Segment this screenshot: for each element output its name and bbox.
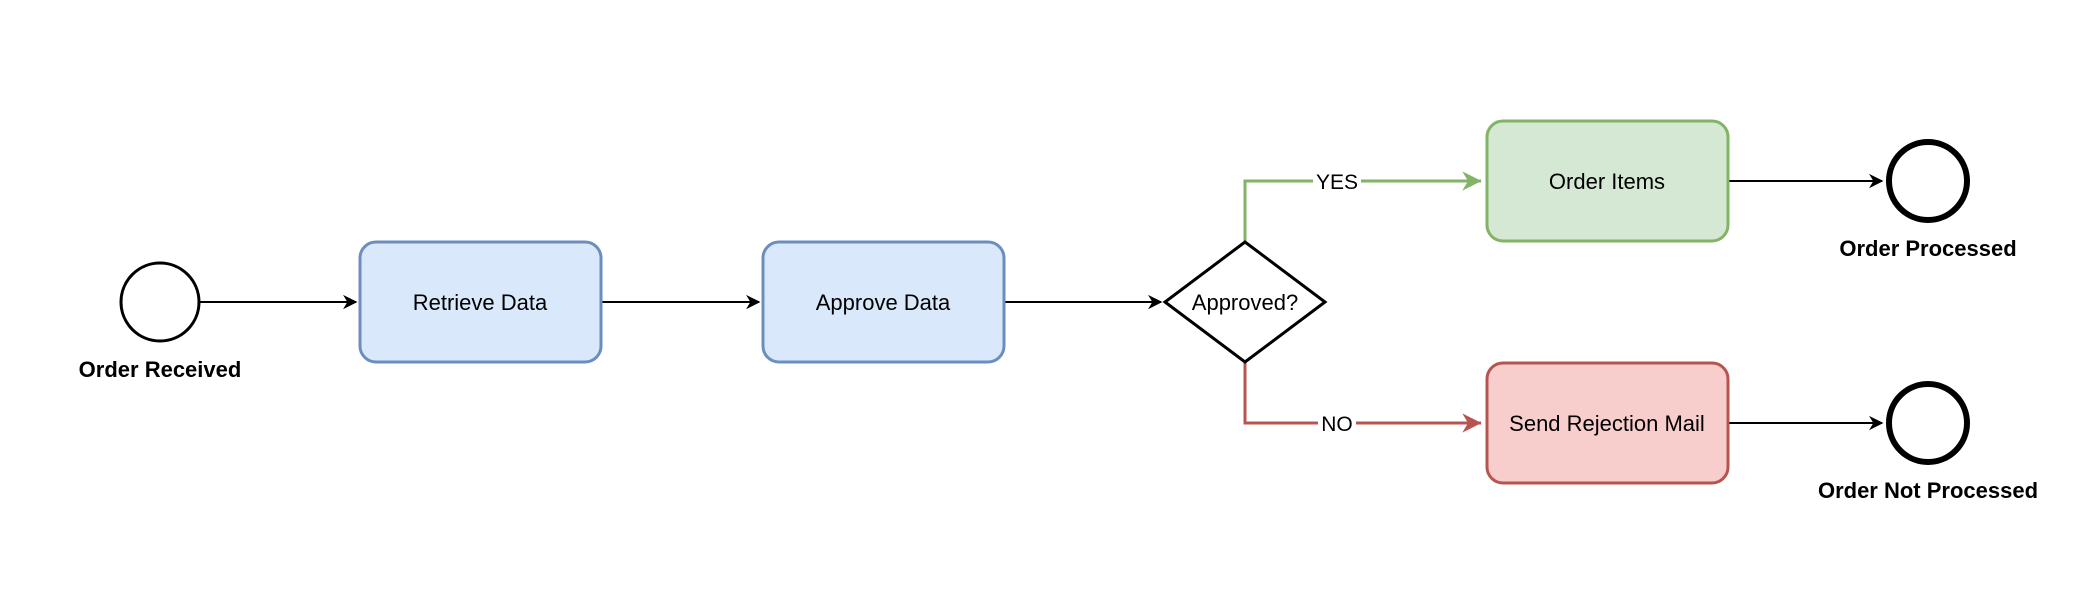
task-order-items[interactable]: Order Items [1485,119,1730,243]
task-retrieve-data-label: Retrieve Data [413,290,548,315]
task-approve-data[interactable]: Approve Data [761,240,1006,364]
task-retrieve-data[interactable]: Retrieve Data [358,240,603,364]
edge-no-to-rejection[interactable] [1243,362,1482,433]
end-event-processed[interactable]: Order Processed [1839,139,2017,261]
task-send-rejection-mail[interactable]: Send Rejection Mail [1485,361,1730,485]
task-send-rejection-mail-label: Send Rejection Mail [1509,411,1705,436]
edge-yes-to-order-items[interactable] [1243,171,1482,242]
start-event-label: Order Received [79,357,242,382]
task-order-items-label: Order Items [1549,169,1665,194]
yes-label: YES [1316,171,1358,194]
no-label: NO [1321,413,1353,436]
end-event-processed-label: Order Processed [1839,236,2016,261]
end-event-processed-circle[interactable] [1886,139,1970,223]
end-event-not-processed-circle[interactable] [1886,381,1970,465]
gateway-label: Approved? [1192,290,1298,315]
task-approve-data-label: Approve Data [816,290,951,315]
start-event-circle[interactable] [119,261,201,343]
gateway-approved[interactable]: Approved? [1162,240,1328,364]
process-diagram: YES NO Order Received Retrieve Data Appr… [79,119,2038,503]
end-event-not-processed[interactable]: Order Not Processed [1818,381,2038,503]
start-event[interactable]: Order Received [79,261,242,382]
end-event-not-processed-label: Order Not Processed [1818,478,2038,503]
